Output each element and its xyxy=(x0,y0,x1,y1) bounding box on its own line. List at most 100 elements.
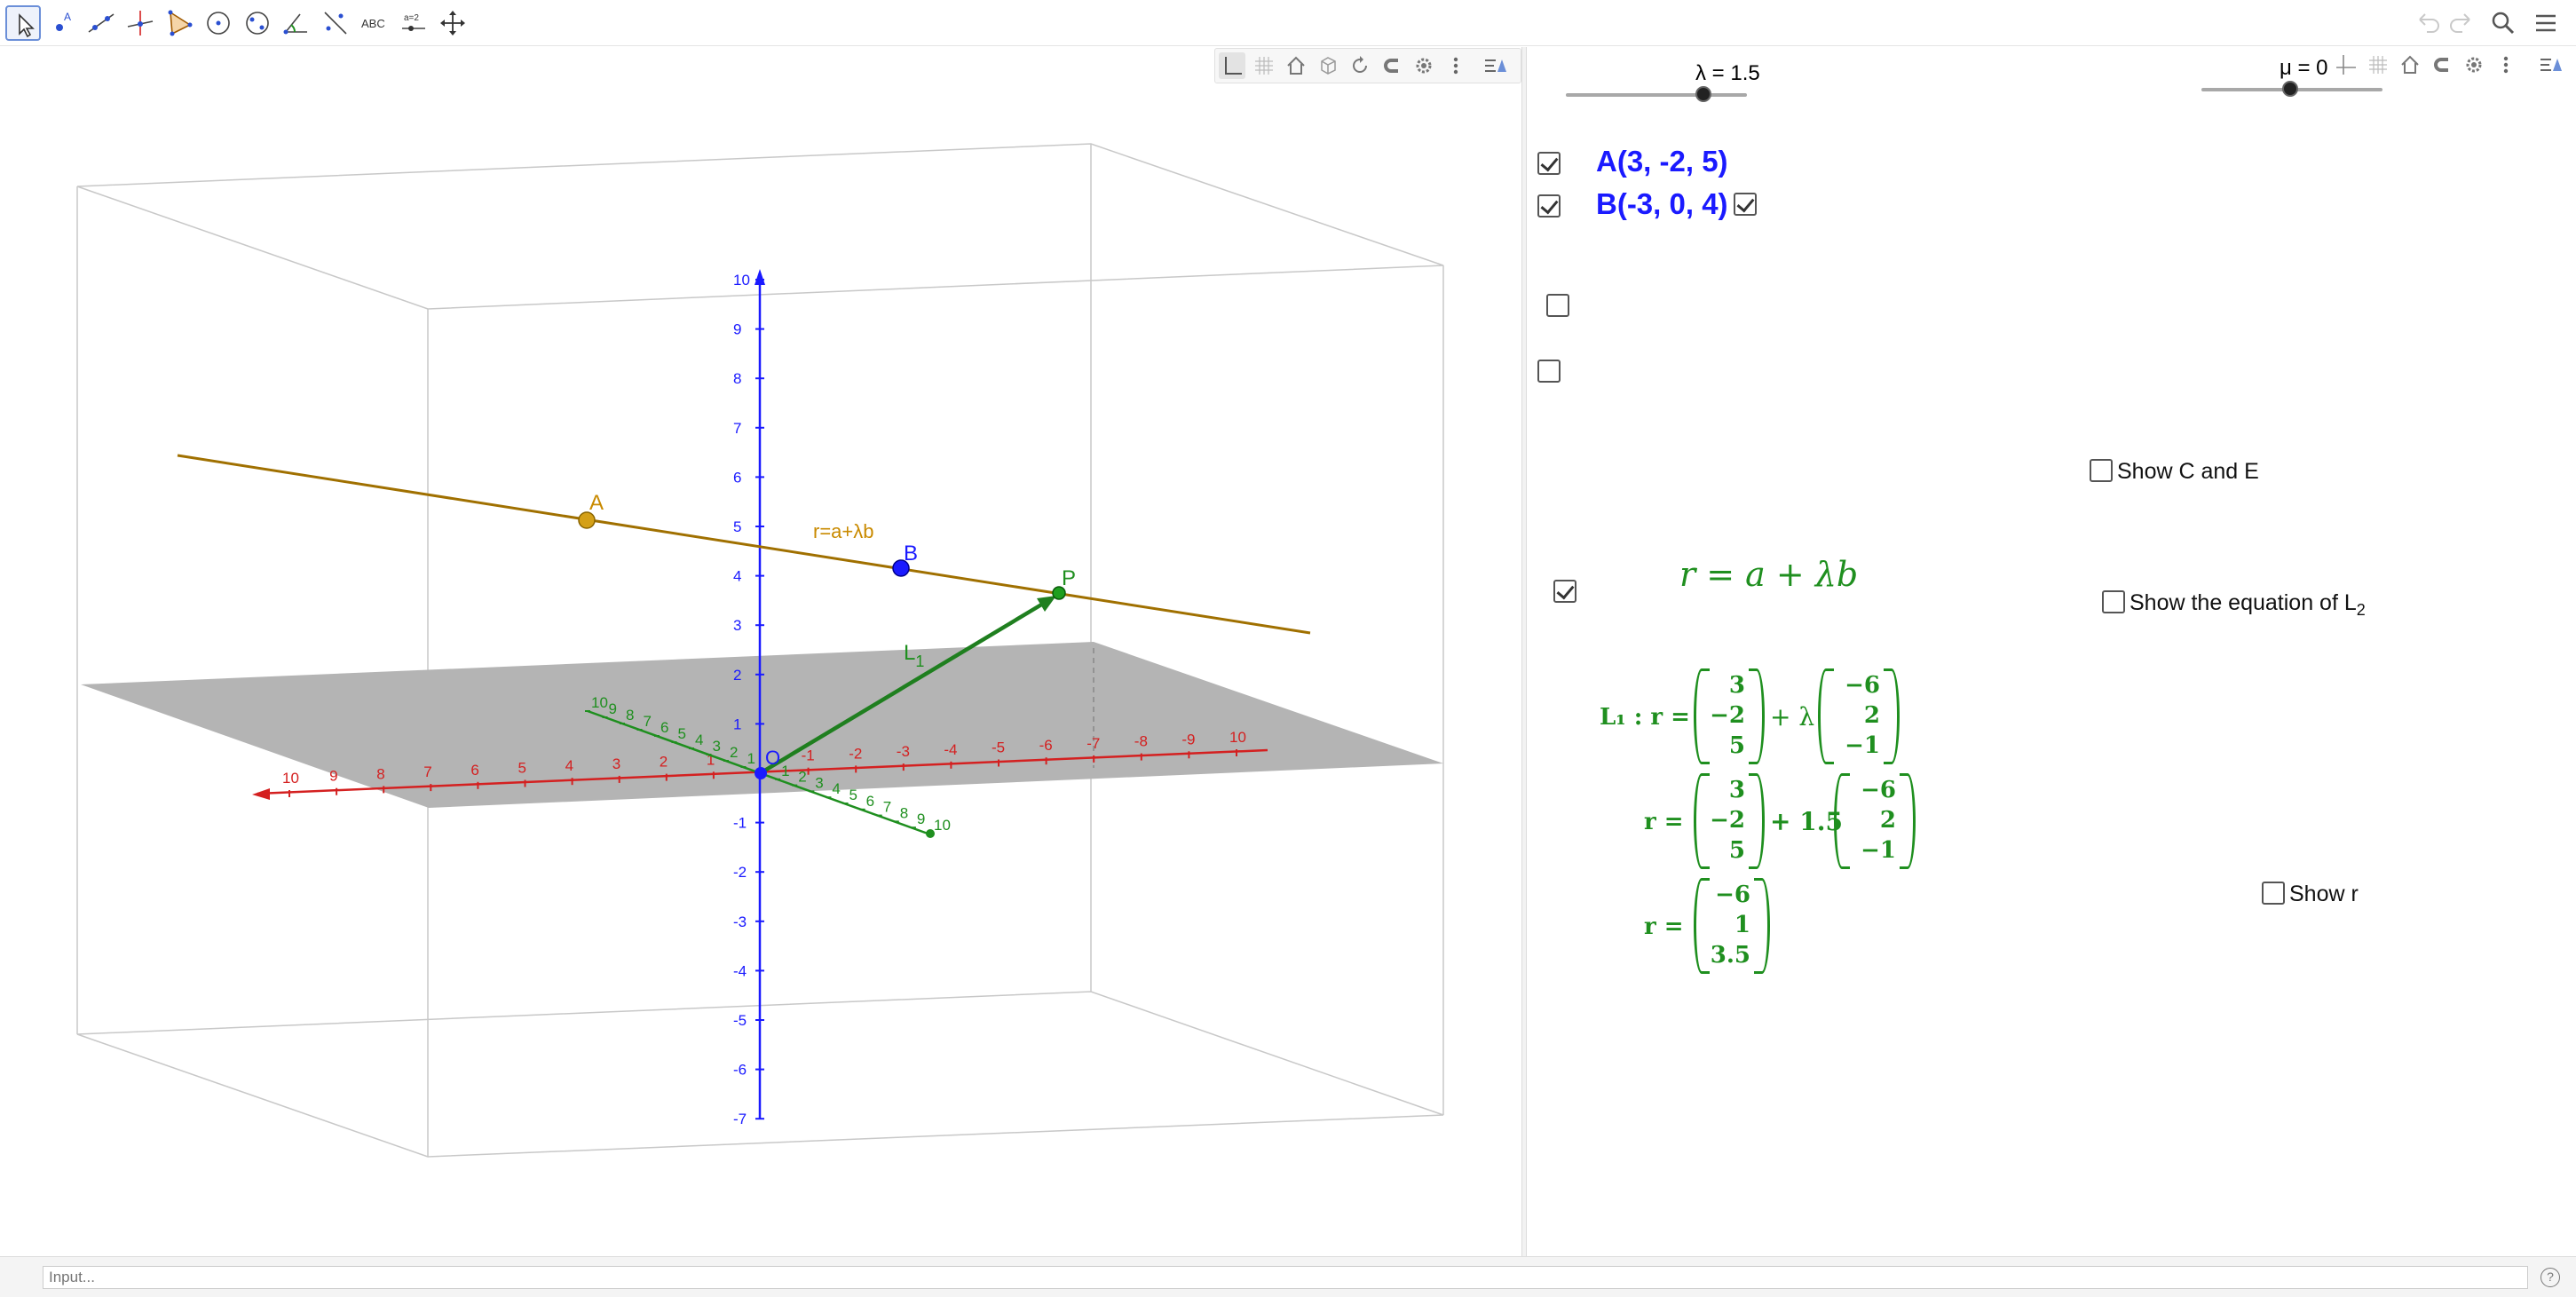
show-point-b-checkbox[interactable] xyxy=(1537,194,1561,217)
text-tool[interactable]: ABC xyxy=(357,5,392,41)
axis-tick-label: 9 xyxy=(733,321,741,338)
mu-slider-knob[interactable] xyxy=(2282,81,2298,97)
2d-toggle-axes-button[interactable] xyxy=(2333,51,2359,78)
axis-tick-label: -6 xyxy=(733,1062,747,1079)
angle-tool[interactable] xyxy=(279,5,314,41)
home-icon xyxy=(2401,55,2419,74)
line-r-label: r=a+λb xyxy=(813,520,874,542)
axis-tick-label: 1 xyxy=(733,716,741,732)
axis-tick-label: 7 xyxy=(883,799,891,816)
gear-icon xyxy=(2466,57,2482,73)
axis-tick-label: 3 xyxy=(612,755,620,772)
reflect-icon xyxy=(324,12,347,35)
axis-tick-label: 4 xyxy=(565,757,573,774)
slider-tool[interactable]: a=2 xyxy=(396,5,431,41)
polygon-tool[interactable] xyxy=(162,5,197,41)
axes-icon xyxy=(1225,57,1242,75)
settings-button[interactable] xyxy=(1410,52,1437,79)
show-r-checkbox[interactable] xyxy=(2262,882,2285,905)
algebra-input[interactable] xyxy=(43,1266,2528,1289)
grid-icon xyxy=(2369,56,2387,74)
plus-lambda: + λ xyxy=(1770,702,1815,732)
more-options-button[interactable] xyxy=(1442,52,1469,79)
toggle-stylebar-button[interactable] xyxy=(1482,52,1508,79)
axis-tick-label: -7 xyxy=(1087,735,1100,752)
axis-tick-label: 8 xyxy=(900,804,908,821)
home-button[interactable] xyxy=(1283,52,1309,79)
undo-button[interactable] xyxy=(2413,7,2445,39)
move-tool[interactable] xyxy=(5,5,41,41)
input-bar: ? xyxy=(0,1256,2576,1297)
axis-tick-label: 2 xyxy=(660,754,668,771)
axis-tick-label: 3 xyxy=(713,738,721,755)
circle-tool[interactable] xyxy=(201,5,236,41)
2d-toggle-stylebar-button[interactable] xyxy=(2537,51,2564,78)
redo-button[interactable] xyxy=(2445,7,2477,39)
cube-icon xyxy=(1321,57,1336,75)
toggle-axes-button[interactable] xyxy=(1219,52,1245,79)
empty-checkbox-1[interactable] xyxy=(1546,294,1569,317)
axis-tick-label: 6 xyxy=(866,793,874,810)
point-tool[interactable]: A xyxy=(44,5,80,41)
circle-icon xyxy=(207,12,230,35)
2d-home-button[interactable] xyxy=(2397,51,2423,78)
axis-tick-label: 7 xyxy=(644,713,652,730)
2d-point-capturing-button[interactable] xyxy=(2429,51,2455,78)
3d-scene[interactable]: 10 9 8 7 6 5 4 3 2 1 -1 -2 -3 -4 -5 -6 -7 -8 -9 10 10 9 8 7 6 5 4… xyxy=(0,47,1521,1256)
show-equations-checkbox[interactable] xyxy=(1553,580,1576,603)
arrow-cursor-icon xyxy=(19,13,35,38)
extra-checkbox-b[interactable] xyxy=(1734,193,1757,216)
axis-tick-label: 4 xyxy=(695,732,703,748)
lambda-slider-track[interactable] xyxy=(1566,93,1747,97)
axis-tick-label: 3 xyxy=(815,774,823,791)
axis-tick-label: 1 xyxy=(747,750,755,767)
reflect-tool[interactable] xyxy=(318,5,353,41)
toggle-grid-button[interactable] xyxy=(1251,52,1277,79)
2d-settings-button[interactable] xyxy=(2461,51,2487,78)
line-icon xyxy=(88,13,115,33)
vertical-dots-icon xyxy=(2503,56,2509,74)
origin-point[interactable] xyxy=(755,767,767,779)
mu-slider-label: μ = 0 xyxy=(2280,56,2328,80)
line-tool[interactable] xyxy=(83,5,119,41)
help-button[interactable]: ? xyxy=(2540,1268,2560,1287)
home-icon xyxy=(1287,56,1305,75)
gear-icon xyxy=(1416,58,1432,74)
axis-tick-label: -9 xyxy=(1181,731,1195,747)
axis-tick-label: -5 xyxy=(992,739,1005,756)
plus-1-5: + 1.5 xyxy=(1770,807,1843,836)
conic-tool[interactable] xyxy=(240,5,275,41)
2d-toggle-grid-button[interactable] xyxy=(2365,51,2391,78)
menu-button[interactable] xyxy=(2530,7,2562,39)
vector-b-l1: −6 2 −1 xyxy=(1818,668,1900,764)
axis-tick-label: 8 xyxy=(376,765,384,782)
point-capturing-button[interactable] xyxy=(1379,52,1405,79)
axis-tick-label: -1 xyxy=(733,815,747,832)
axis-tick-label: 9 xyxy=(917,811,925,827)
empty-checkbox-2[interactable] xyxy=(1537,360,1561,383)
graphics-3d-view[interactable]: 10 9 8 7 6 5 4 3 2 1 -1 -2 -3 -4 -5 -6 -7 -8 -9 10 10 9 8 7 6 5 4… xyxy=(0,47,1521,1256)
line-r[interactable] xyxy=(177,454,1311,635)
show-l2-checkbox[interactable] xyxy=(2102,590,2125,613)
point-icon: A xyxy=(56,11,71,31)
axis-tick-label: -6 xyxy=(1039,737,1053,754)
2d-more-options-button[interactable] xyxy=(2493,51,2519,78)
axis-tick-label: -7 xyxy=(733,1111,747,1127)
axis-tick-label: 6 xyxy=(470,762,478,779)
graphics-view[interactable]: λ = 1.5 μ = 0 A(3, -2, 5) B(-3, 0, 4) Sh… xyxy=(1527,47,2576,1256)
perpendicular-line-tool[interactable] xyxy=(122,5,158,41)
text-icon: ABC xyxy=(361,17,385,30)
rotate-view-button[interactable] xyxy=(1347,52,1373,79)
show-l2-label: Show the equation of L2 xyxy=(2130,590,2366,619)
lambda-slider-knob[interactable] xyxy=(1695,86,1711,102)
vector-r-result: −6 1 3.5 xyxy=(1694,878,1770,974)
redo-icon xyxy=(2450,13,2470,33)
move-view-tool[interactable] xyxy=(435,5,470,41)
axis-tick-label: -2 xyxy=(733,864,747,881)
view-cube-button[interactable] xyxy=(1315,52,1341,79)
show-point-a-checkbox[interactable] xyxy=(1537,152,1561,175)
show-c-and-e-checkbox[interactable] xyxy=(2090,459,2113,482)
point-p-label: P xyxy=(1062,566,1076,590)
search-button[interactable] xyxy=(2487,7,2519,39)
magnet-icon xyxy=(1384,59,1398,73)
